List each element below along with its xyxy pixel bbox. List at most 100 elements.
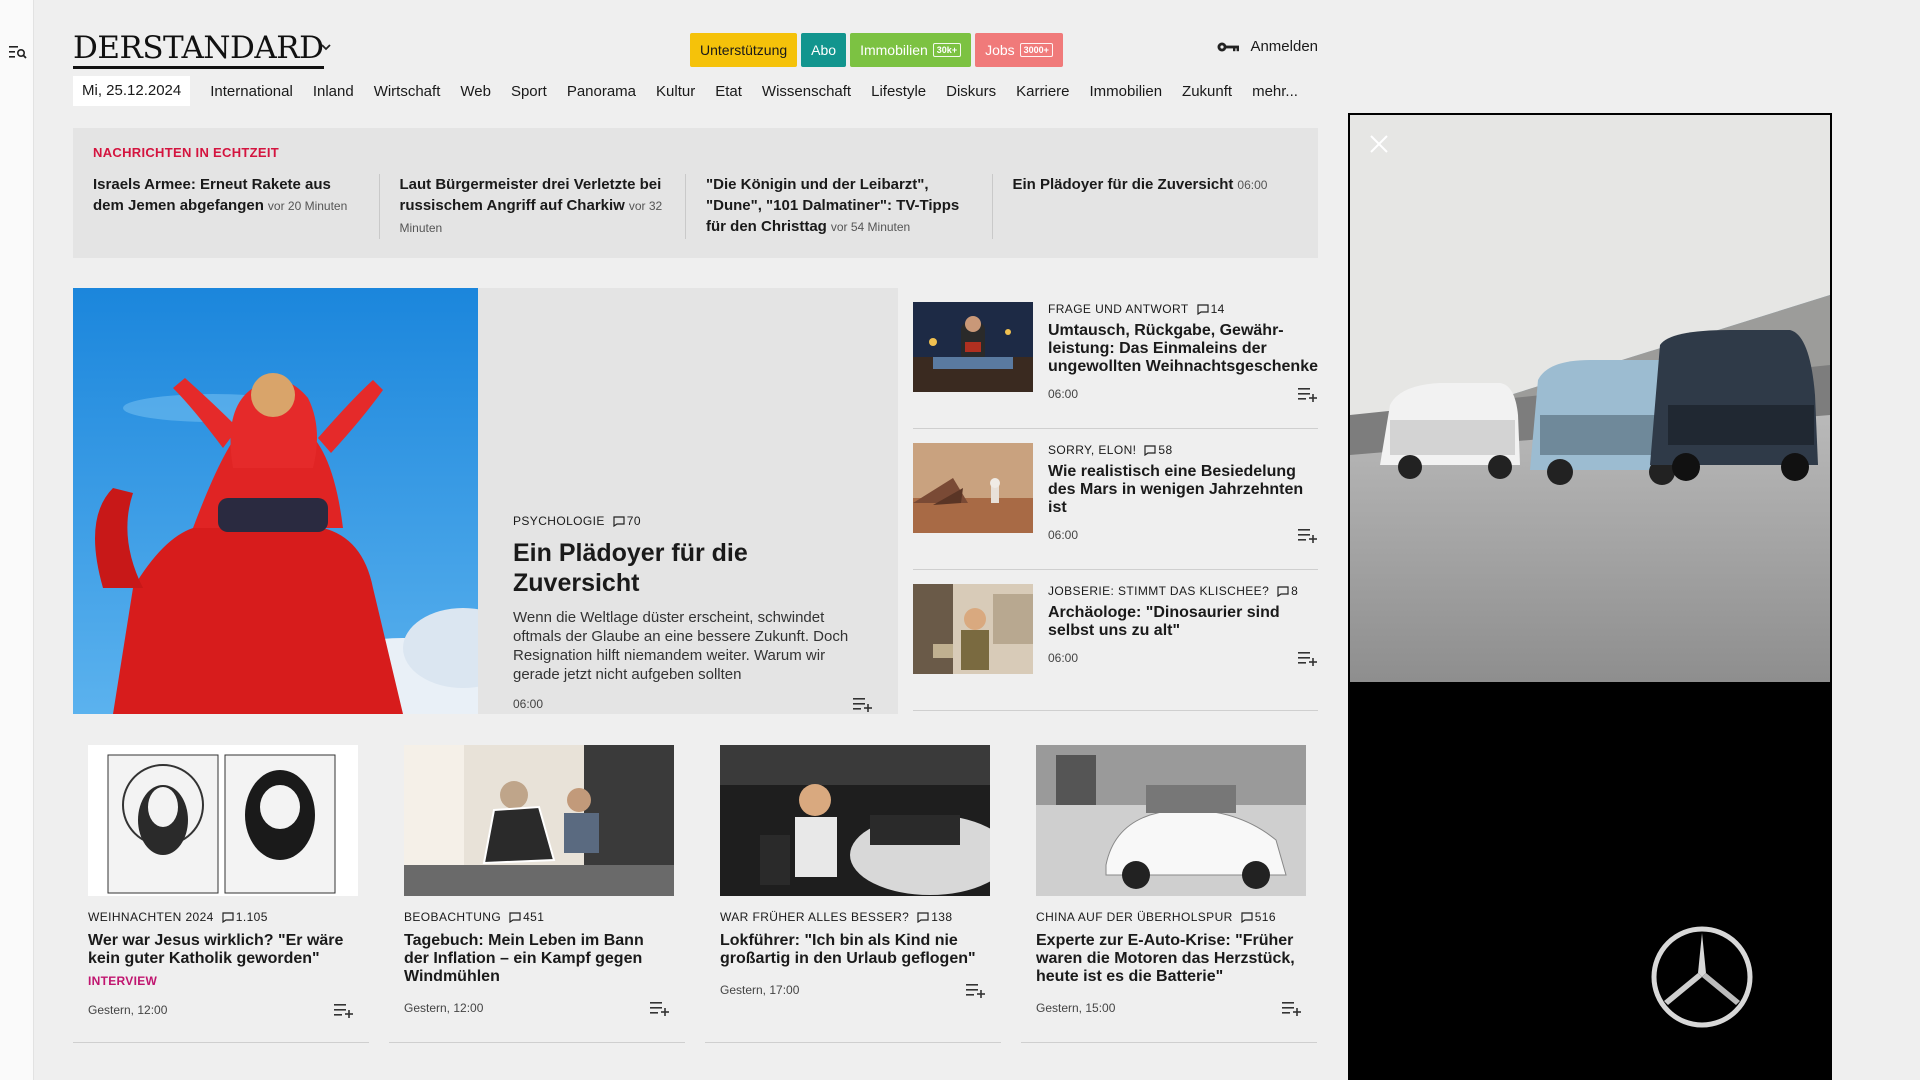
add-to-list-icon[interactable] xyxy=(1298,650,1318,666)
ticker-item[interactable]: Laut Bürgermeister drei Verletzte bei ru… xyxy=(378,174,686,239)
article-time: 06:00 xyxy=(1048,387,1079,401)
grid-article-title[interactable]: Experte zur E-Auto-Krise: "Früher waren … xyxy=(1036,932,1302,986)
side-article-kicker[interactable]: Jobserie: Stimmt das Klischee? 8 xyxy=(1048,584,1318,598)
side-article-title[interactable]: Wie realistisch eine Besiedelung des Mar… xyxy=(1048,463,1318,517)
hero-title[interactable]: Ein Plädoyer für die Zuversicht xyxy=(513,538,873,598)
advertisement[interactable] xyxy=(1348,113,1832,1080)
nav-item-diskurs[interactable]: Diskurs xyxy=(936,83,1006,100)
kicker-label: War früher alles besser? xyxy=(720,910,910,924)
grid-article-title[interactable]: Tagebuch: Mein Leben im Bann der Inflati… xyxy=(404,932,670,986)
pill-abo[interactable]: Abo xyxy=(801,33,847,67)
close-icon[interactable] xyxy=(1368,133,1390,155)
meta-row: 06:00 xyxy=(1048,386,1318,402)
pill-label: Abo xyxy=(811,42,837,58)
grid-article-kicker[interactable]: War früher alles besser? 138 xyxy=(720,910,986,924)
add-to-list-icon[interactable] xyxy=(1298,527,1318,543)
side-article[interactable]: Sorry, Elon! 58 Wie realistisch eine Besie… xyxy=(913,429,1318,570)
grid-article[interactable]: Beobachtung 451 Tagebuch: Mein Leben im Ba… xyxy=(389,730,685,1043)
add-to-list-icon[interactable] xyxy=(650,1000,670,1016)
comment-count-value: 516 xyxy=(1254,910,1276,924)
hero-kicker[interactable]: Psychologie 70 xyxy=(513,514,873,528)
ticker-time: vor 54 Minuten xyxy=(830,220,911,234)
nav-item-wirtschaft[interactable]: Wirtschaft xyxy=(364,83,451,100)
side-article-kicker[interactable]: Frage und Antwort 14 xyxy=(1048,302,1318,316)
nav-item-zukunft[interactable]: Zukunft xyxy=(1172,83,1242,100)
add-to-list-icon[interactable] xyxy=(966,982,986,998)
nav-item-immobilien[interactable]: Immobilien xyxy=(1080,83,1173,100)
grid-article-kicker[interactable]: Beobachtung 451 xyxy=(404,910,670,924)
grid-article-image[interactable] xyxy=(404,745,674,896)
hero-teaser: Wenn die Weltlage düster erscheint, schw… xyxy=(513,609,849,683)
side-article-title[interactable]: Archäologe: "Dinosaurier sind selbst uns… xyxy=(1048,604,1318,640)
ticker-item[interactable]: Israels Armee: Erneut Rakete aus dem Jem… xyxy=(93,174,379,239)
ticker-time: 06:00 xyxy=(1237,178,1268,192)
side-article[interactable]: Jobserie: Stimmt das Klischee? 8 Archäolog… xyxy=(913,570,1318,711)
nav-item-sport[interactable]: Sport xyxy=(501,83,557,100)
grid-article-image[interactable] xyxy=(720,745,990,896)
side-article-image[interactable] xyxy=(913,443,1033,533)
pill-unterstützung[interactable]: Unterstützung xyxy=(690,33,798,67)
ticker-item[interactable]: Ein Plädoyer für die Zuversicht 06:00 xyxy=(991,174,1299,239)
nav-item-mehr[interactable]: mehr... xyxy=(1242,83,1308,100)
hero-comment-count[interactable]: 70 xyxy=(613,514,641,528)
add-to-list-icon[interactable] xyxy=(853,696,873,712)
chevron-down-icon[interactable] xyxy=(320,42,332,52)
nav-item-panorama[interactable]: Panorama xyxy=(557,83,646,100)
nav-item-karriere[interactable]: Karriere xyxy=(1006,83,1079,100)
nav-item-lifestyle[interactable]: Lifestyle xyxy=(861,83,936,100)
add-to-list-icon[interactable] xyxy=(1282,1000,1302,1016)
ticker-item[interactable]: "Die Königin und der Leibarzt", "Dune", … xyxy=(685,174,992,239)
comment-icon xyxy=(1144,444,1156,456)
comment-count[interactable]: 516 xyxy=(1241,910,1276,924)
pill-label: Unterstützung xyxy=(700,42,788,58)
hero-image[interactable] xyxy=(73,288,478,714)
hero-kicker-label: Psychologie xyxy=(513,514,605,528)
nav-item-kultur[interactable]: Kultur xyxy=(646,83,705,100)
comment-count[interactable]: 58 xyxy=(1144,443,1172,457)
nav-item-inland[interactable]: Inland xyxy=(303,83,364,100)
grid-article[interactable]: China auf der Überholspur 516 Experte zur … xyxy=(1021,730,1317,1043)
side-article-image[interactable] xyxy=(913,584,1033,674)
article-time: Gestern, 17:00 xyxy=(720,983,800,997)
menu-search-icon[interactable] xyxy=(9,44,27,60)
add-to-list-icon[interactable] xyxy=(334,1002,354,1018)
pill-jobs[interactable]: Jobs 3000+ xyxy=(975,33,1063,67)
comment-count[interactable]: 8 xyxy=(1277,584,1298,598)
grid-article-kicker[interactable]: Weihnachten 2024 1.105 xyxy=(88,910,354,924)
comment-count[interactable]: 451 xyxy=(509,910,544,924)
grid-article-image[interactable] xyxy=(1036,745,1306,896)
nav-item-wissenschaft[interactable]: Wissenschaft xyxy=(752,83,861,100)
grid-article-title[interactable]: Lokführer: "Ich bin als Kind nie großart… xyxy=(720,932,986,968)
nav-item-international[interactable]: International xyxy=(200,83,303,100)
side-article[interactable]: Frage und Antwort 14 Umtausch, Rückgabe, G… xyxy=(913,288,1318,429)
article-time: Gestern, 15:00 xyxy=(1036,1001,1116,1015)
article-time: 06:00 xyxy=(1048,651,1079,665)
site-header: DERSTANDARD Unterstützung Abo Immobilien 30… xyxy=(73,28,1318,72)
login-label: Anmelden xyxy=(1250,38,1318,55)
pill-immobilien[interactable]: Immobilien 30k+ xyxy=(850,33,972,67)
nav-item-web[interactable]: Web xyxy=(450,83,501,100)
nav-item-etat[interactable]: Etat xyxy=(705,83,752,100)
grid-article-kicker[interactable]: China auf der Überholspur 516 xyxy=(1036,910,1302,924)
grid-article[interactable]: War früher alles besser? 138 Lokführer: "I… xyxy=(705,730,1001,1043)
comment-count[interactable]: 138 xyxy=(917,910,952,924)
comment-count[interactable]: 1.105 xyxy=(222,910,268,924)
side-article-kicker[interactable]: Sorry, Elon! 58 xyxy=(1048,443,1318,457)
comment-count-value: 138 xyxy=(931,910,953,924)
grid-article-image[interactable] xyxy=(88,745,358,896)
grid-article-title[interactable]: Wer war Jesus wirklich? "Er wäre kein gu… xyxy=(88,932,354,968)
side-article-image[interactable] xyxy=(913,302,1033,392)
meta-row: Gestern, 12:00 xyxy=(404,1000,670,1016)
meta-row: Gestern, 15:00 xyxy=(1036,1000,1302,1016)
hero-article[interactable]: Psychologie 70 Ein Plädoyer für die Zuve… xyxy=(73,288,898,714)
side-article-title[interactable]: Umtausch, Rückgabe, Gewähr­leistung: Das… xyxy=(1048,322,1318,376)
comment-icon xyxy=(1196,303,1209,315)
pill-label: Immobilien xyxy=(860,42,928,58)
site-logo[interactable]: DERSTANDARD xyxy=(73,30,324,69)
current-date: Mi, 25.12.2024 xyxy=(73,76,191,106)
comment-count[interactable]: 14 xyxy=(1196,302,1225,316)
login-button[interactable]: Anmelden xyxy=(1216,38,1318,55)
add-to-list-icon[interactable] xyxy=(1298,386,1318,402)
comment-count-value: 8 xyxy=(1291,584,1299,598)
grid-article[interactable]: Weihnachten 2024 1.105 Wer war Jesus wirkl… xyxy=(73,730,369,1043)
